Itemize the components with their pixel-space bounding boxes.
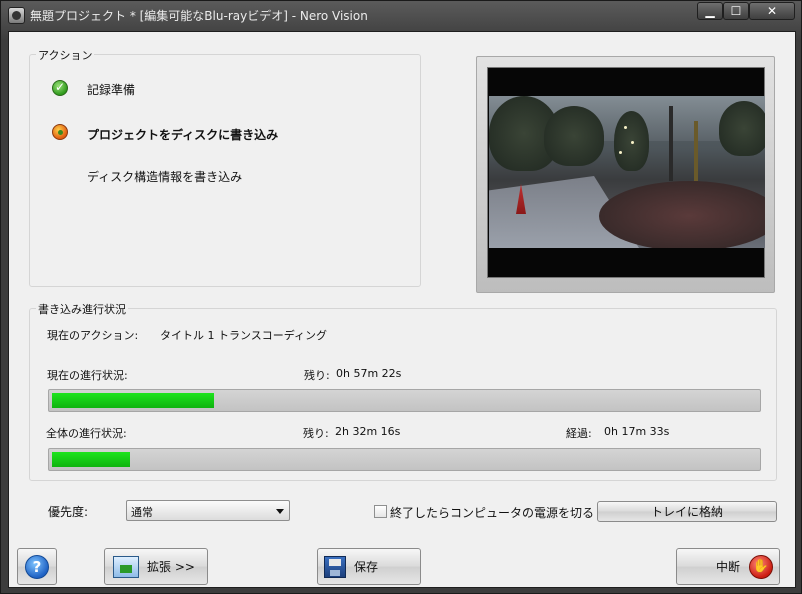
progress-group-title: 書き込み進行状況: [36, 301, 128, 317]
current-action-value: タイトル 1 トランスコーディング: [160, 329, 328, 342]
busy-icon: [52, 124, 68, 140]
app-window: 無題プロジェクト * [編集可能なBlu-rayビデオ] - Nero Visi…: [0, 0, 802, 594]
abort-button[interactable]: 中断 ✋: [676, 548, 780, 585]
expand-button[interactable]: 拡張 >>: [104, 548, 208, 585]
help-icon: ?: [25, 554, 49, 579]
abort-button-label: 中断: [715, 560, 740, 574]
actions-group: アクション 記録準備 プロジェクトをディスクに書き込み ディスク構造情報を書き込…: [29, 47, 421, 287]
overall-elapsed-value: 0h 17m 33s: [604, 425, 670, 438]
video-preview-frame: [476, 56, 775, 293]
minimize-button[interactable]: ▁: [697, 2, 723, 20]
window-controls: ▁ ☐ ✕: [697, 2, 795, 20]
current-action-label: 現在のアクション:: [47, 329, 139, 342]
priority-label: 優先度:: [48, 505, 89, 519]
video-preview: [487, 67, 765, 278]
overall-progress-fill: [52, 452, 130, 467]
tray-button[interactable]: トレイに格納: [597, 501, 777, 522]
overall-remaining-label: 残り:: [303, 427, 329, 440]
check-icon: [52, 80, 68, 96]
floppy-disk-icon: [324, 555, 346, 578]
expand-button-label: 拡張 >>: [147, 560, 195, 574]
close-button[interactable]: ✕: [749, 2, 795, 20]
help-button[interactable]: ?: [17, 548, 57, 585]
shutdown-checkbox[interactable]: [374, 505, 387, 518]
current-progress-bar: [48, 389, 761, 412]
action-item-prepare: 記録準備: [87, 83, 136, 97]
window-title: 無題プロジェクト * [編集可能なBlu-rayビデオ] - Nero Visi…: [30, 9, 368, 23]
current-remaining-value: 0h 57m 22s: [336, 367, 402, 380]
overall-progress-bar: [48, 448, 761, 471]
title-bar[interactable]: 無題プロジェクト * [編集可能なBlu-rayビデオ] - Nero Visi…: [1, 1, 801, 31]
priority-select[interactable]: 通常: [126, 500, 290, 521]
maximize-button[interactable]: ☐: [723, 2, 749, 20]
expand-icon: [113, 555, 139, 578]
priority-select-value: 通常: [131, 506, 153, 519]
preview-image: [489, 96, 765, 248]
shutdown-checkbox-label[interactable]: 終了したらコンピュータの電源を切る: [390, 504, 594, 521]
action-item-burn: プロジェクトをディスクに書き込み: [87, 128, 279, 142]
tray-button-label: トレイに格納: [650, 505, 723, 519]
chevron-down-icon[interactable]: [276, 509, 284, 514]
overall-elapsed-label: 経過:: [566, 427, 592, 440]
dialog-body: アクション 記録準備 プロジェクトをディスクに書き込み ディスク構造情報を書き込…: [8, 31, 796, 588]
actions-group-title: アクション: [36, 47, 95, 63]
overall-remaining-value: 2h 32m 16s: [335, 425, 401, 438]
save-button-label: 保存: [354, 560, 379, 574]
current-progress-fill: [52, 393, 215, 408]
action-item-disc-structure: ディスク構造情報を書き込み: [87, 170, 243, 184]
stop-hand-icon: ✋: [749, 554, 773, 579]
overall-progress-label: 全体の進行状況:: [46, 427, 127, 440]
current-progress-label: 現在の進行状況:: [47, 369, 128, 382]
current-remaining-label: 残り:: [304, 369, 330, 382]
nero-app-icon[interactable]: [8, 7, 25, 24]
save-button[interactable]: 保存: [317, 548, 421, 585]
